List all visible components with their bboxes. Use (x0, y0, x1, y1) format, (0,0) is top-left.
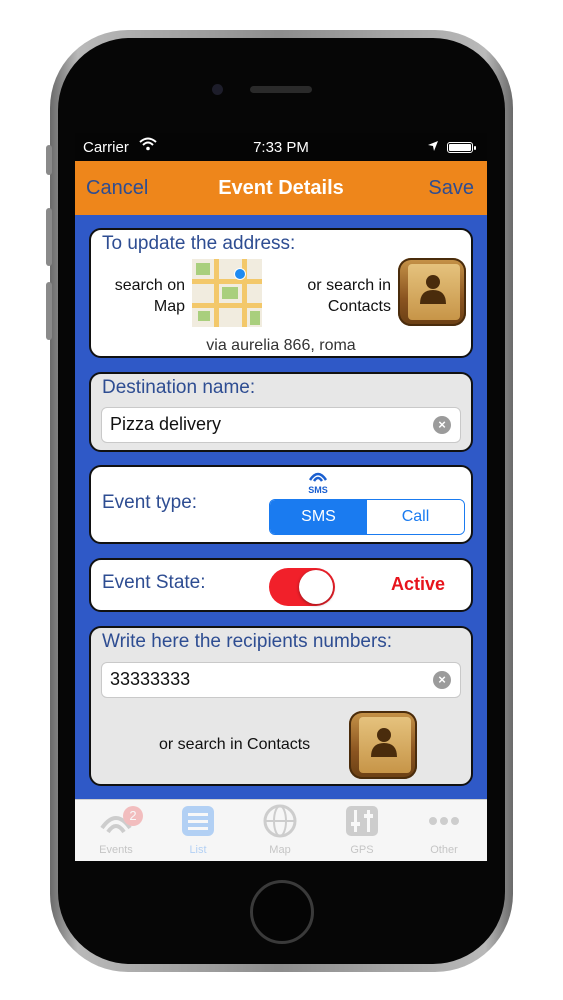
tab-label: Map (269, 844, 291, 856)
location-arrow-icon (427, 139, 439, 156)
home-button[interactable] (250, 880, 314, 944)
segment-call[interactable]: Call (367, 500, 464, 534)
recipients-label: Write here the recipients numbers: (102, 631, 393, 652)
events-badge: 2 (123, 806, 143, 826)
tab-list[interactable]: List (163, 804, 233, 856)
current-address: via aurelia 866, roma (206, 337, 356, 354)
clear-icon[interactable]: × (433, 416, 451, 434)
tab-bar: 2 Events List Map GPS Other (75, 799, 487, 861)
address-card: To update the address: search on Map or … (89, 228, 473, 358)
destination-input[interactable] (110, 414, 420, 435)
status-bar: Carrier 7:33 PM (75, 133, 487, 161)
app-screen: Carrier 7:33 PM Cancel Event Details Sav… (75, 133, 487, 861)
recipients-field[interactable]: × (101, 662, 461, 698)
tab-map[interactable]: Map (245, 804, 315, 856)
tab-label: Other (430, 844, 458, 856)
tab-other[interactable]: Other (409, 804, 479, 856)
destination-label: Destination name: (102, 377, 256, 398)
battery-icon (447, 142, 476, 153)
front-camera (212, 84, 223, 95)
event-state-toggle[interactable] (269, 568, 335, 606)
tab-label: Events (99, 844, 133, 856)
search-contacts-label: or search in Contacts (307, 277, 391, 315)
tab-gps[interactable]: GPS (327, 804, 397, 856)
event-state-status: Active (391, 574, 446, 594)
navigation-bar: Cancel Event Details Save (75, 161, 487, 215)
destination-card: Destination name: × (89, 372, 473, 452)
segment-sms[interactable]: SMS (270, 500, 367, 534)
search-map-label: search on Map (114, 277, 185, 315)
mute-switch (46, 145, 52, 175)
volume-down-button (46, 282, 52, 340)
event-state-label: Event State: (102, 572, 206, 593)
list-icon (182, 806, 214, 836)
clock-label: 7:33 PM (253, 139, 309, 156)
volume-up-button (46, 208, 52, 266)
sms-icon-label: SMS (308, 485, 328, 495)
clear-icon[interactable]: × (433, 671, 451, 689)
recipients-search-contacts-label: or search in Contacts (159, 736, 311, 753)
sms-signal-icon: SMS (303, 469, 333, 495)
event-state-card: Event State: Active (89, 558, 473, 612)
event-type-card: Event type: SMS SMS Call (89, 465, 473, 544)
tab-label: List (189, 844, 207, 856)
recipients-input[interactable] (110, 669, 420, 690)
save-button[interactable]: Save (428, 177, 474, 200)
tab-label: GPS (350, 844, 374, 856)
map-pin-icon (234, 268, 246, 280)
sliders-icon (346, 806, 378, 836)
address-heading: To update the address: (102, 233, 296, 254)
earpiece-speaker (250, 86, 312, 93)
recipients-contacts-book-icon[interactable] (349, 711, 417, 779)
event-type-label: Event type: (102, 492, 198, 513)
map-thumbnail[interactable] (192, 259, 262, 327)
recipients-card: Write here the recipients numbers: × or … (89, 626, 473, 786)
contacts-book-icon[interactable] (398, 258, 466, 326)
tab-events[interactable]: 2 Events (81, 804, 151, 856)
destination-field[interactable]: × (101, 407, 461, 443)
event-type-segmented-control[interactable]: SMS Call (269, 499, 465, 535)
page-title: Event Details (218, 177, 344, 199)
more-icon (429, 817, 459, 825)
globe-icon (263, 804, 297, 838)
